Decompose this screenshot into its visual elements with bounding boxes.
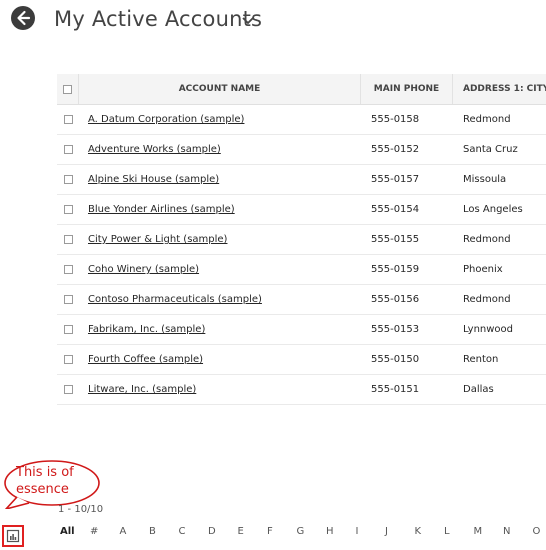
- account-name-link[interactable]: Alpine Ski House (sample): [88, 174, 219, 185]
- table-row[interactable]: A. Datum Corporation (sample) 555-0158 R…: [57, 105, 546, 135]
- city-cell: Renton: [463, 354, 499, 365]
- filter-all[interactable]: All: [60, 526, 90, 537]
- select-all-cell: [57, 74, 79, 104]
- table-row[interactable]: Adventure Works (sample) 555-0152 Santa …: [57, 135, 546, 165]
- back-arrow-icon: [11, 6, 35, 30]
- column-header-city[interactable]: ADDRESS 1: CITY: [453, 74, 546, 104]
- grid-header: ACCOUNT NAME MAIN PHONE ADDRESS 1: CITY: [57, 74, 546, 105]
- city-cell: Santa Cruz: [463, 144, 518, 155]
- main-phone-cell: 555-0159: [371, 264, 420, 275]
- row-checkbox[interactable]: [63, 205, 73, 214]
- filter-letter[interactable]: K: [415, 526, 445, 537]
- record-count: 1 - 10/10: [58, 504, 104, 515]
- column-header-main-phone[interactable]: MAIN PHONE: [361, 74, 453, 104]
- filter-letter[interactable]: F: [267, 526, 297, 537]
- chart-report-button[interactable]: [2, 525, 24, 547]
- row-checkbox[interactable]: [63, 175, 73, 184]
- city-cell: Lynnwood: [463, 324, 514, 335]
- table-row[interactable]: Fabrikam, Inc. (sample) 555-0153 Lynnwoo…: [57, 315, 546, 345]
- back-button[interactable]: [10, 5, 36, 31]
- row-checkbox[interactable]: [63, 325, 73, 334]
- city-cell: Missoula: [463, 174, 507, 185]
- account-name-link[interactable]: Fourth Coffee (sample): [88, 354, 203, 365]
- account-name-link[interactable]: Fabrikam, Inc. (sample): [88, 324, 205, 335]
- city-cell: Phoenix: [463, 264, 503, 275]
- alphabet-filter: All # A B C D E F G H I J K L M N O: [60, 526, 546, 537]
- filter-letter[interactable]: B: [149, 526, 179, 537]
- main-phone-cell: 555-0150: [371, 354, 420, 365]
- row-checkbox[interactable]: [63, 265, 73, 274]
- account-name-link[interactable]: Adventure Works (sample): [88, 144, 221, 155]
- filter-hash[interactable]: #: [90, 526, 120, 537]
- view-selector-button[interactable]: [240, 12, 256, 28]
- main-phone-cell: 555-0158: [371, 114, 420, 125]
- filter-letter[interactable]: O: [533, 526, 546, 537]
- filter-letter[interactable]: N: [503, 526, 533, 537]
- table-row[interactable]: Contoso Pharmaceuticals (sample) 555-015…: [57, 285, 546, 315]
- select-all-checkbox[interactable]: [63, 84, 72, 94]
- column-header-account-name[interactable]: ACCOUNT NAME: [79, 74, 361, 104]
- account-name-link[interactable]: City Power & Light (sample): [88, 234, 227, 245]
- filter-letter[interactable]: M: [474, 526, 504, 537]
- table-row[interactable]: Fourth Coffee (sample) 555-0150 Renton: [57, 345, 546, 375]
- city-cell: Redmond: [463, 294, 511, 305]
- row-checkbox[interactable]: [63, 235, 73, 244]
- account-name-link[interactable]: Litware, Inc. (sample): [88, 384, 196, 395]
- accounts-grid: ACCOUNT NAME MAIN PHONE ADDRESS 1: CITY …: [57, 74, 546, 405]
- row-checkbox[interactable]: [63, 295, 73, 304]
- row-checkbox[interactable]: [63, 115, 73, 124]
- main-phone-cell: 555-0157: [371, 174, 420, 185]
- main-phone-cell: 555-0152: [371, 144, 420, 155]
- main-phone-cell: 555-0155: [371, 234, 420, 245]
- filter-letter[interactable]: G: [297, 526, 327, 537]
- main-phone-cell: 555-0156: [371, 294, 420, 305]
- city-cell: Redmond: [463, 234, 511, 245]
- account-name-link[interactable]: A. Datum Corporation (sample): [88, 114, 244, 125]
- row-checkbox[interactable]: [63, 355, 73, 364]
- filter-letter[interactable]: J: [385, 526, 415, 537]
- filter-letter[interactable]: H: [326, 526, 356, 537]
- chart-report-icon: [6, 529, 20, 543]
- table-row[interactable]: Litware, Inc. (sample) 555-0151 Dallas: [57, 375, 546, 405]
- main-phone-cell: 555-0153: [371, 324, 420, 335]
- filter-letter[interactable]: I: [356, 526, 386, 537]
- filter-letter[interactable]: C: [179, 526, 209, 537]
- table-row[interactable]: Coho Winery (sample) 555-0159 Phoenix: [57, 255, 546, 285]
- main-phone-cell: 555-0151: [371, 384, 420, 395]
- city-cell: Dallas: [463, 384, 494, 395]
- table-row[interactable]: Alpine Ski House (sample) 555-0157 Misso…: [57, 165, 546, 195]
- account-name-link[interactable]: Coho Winery (sample): [88, 264, 199, 275]
- row-checkbox[interactable]: [63, 385, 73, 394]
- city-cell: Redmond: [463, 114, 511, 125]
- city-cell: Los Angeles: [463, 204, 523, 215]
- table-row[interactable]: Blue Yonder Airlines (sample) 555-0154 L…: [57, 195, 546, 225]
- row-checkbox[interactable]: [63, 145, 73, 154]
- filter-letter[interactable]: D: [208, 526, 238, 537]
- account-name-link[interactable]: Blue Yonder Airlines (sample): [88, 204, 235, 215]
- filter-letter[interactable]: L: [444, 526, 474, 537]
- account-name-link[interactable]: Contoso Pharmaceuticals (sample): [88, 294, 262, 305]
- filter-letter[interactable]: E: [238, 526, 268, 537]
- main-phone-cell: 555-0154: [371, 204, 420, 215]
- table-row[interactable]: City Power & Light (sample) 555-0155 Red…: [57, 225, 546, 255]
- chevron-down-icon: [242, 17, 254, 25]
- annotation-text: This is of essence: [16, 465, 74, 497]
- page-title: My Active Accounts: [54, 7, 263, 31]
- filter-letter[interactable]: A: [120, 526, 150, 537]
